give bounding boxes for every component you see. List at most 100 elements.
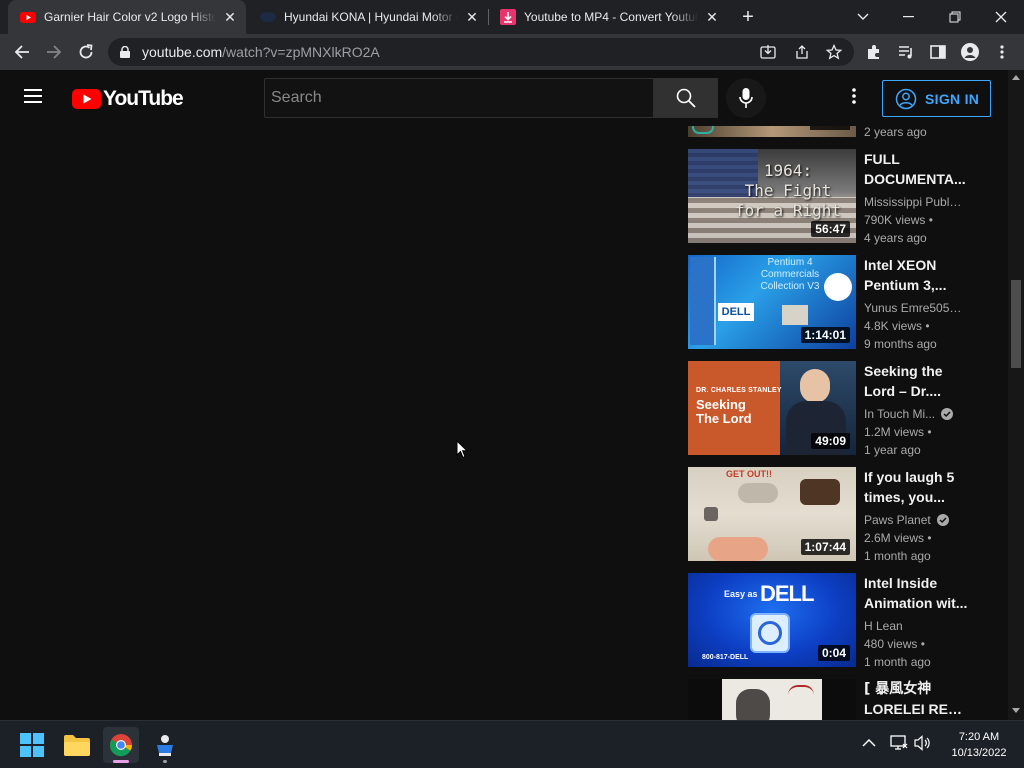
network-button[interactable] — [890, 735, 910, 753]
views-text: 1.2M views — [864, 425, 925, 439]
video-views: 2.6M views • — [864, 531, 932, 545]
back-button[interactable] — [8, 38, 36, 66]
related-video-item[interactable]: 1964: The Fight for a Right 56:47 FULL DO… — [688, 149, 988, 245]
system-clock[interactable]: 7:20 AM 10/13/2022 — [940, 729, 1018, 761]
start-button[interactable] — [14, 727, 50, 763]
video-thumbnail[interactable] — [688, 126, 856, 137]
minimize-button[interactable] — [886, 0, 932, 34]
video-thumbnail[interactable]: 1964: The Fight for a Right 56:47 — [688, 149, 856, 243]
video-thumbnail[interactable]: Easy as DELL 800-817-DELL 0:04 — [688, 573, 856, 667]
install-app-icon[interactable] — [760, 44, 776, 60]
channel-name-text: Yunus Emre505 ... — [864, 301, 962, 315]
address-bar[interactable]: youtube.com/watch?v=zpMNXlkRO2A — [108, 38, 854, 66]
channel-name-text: Mississippi Publi... — [864, 195, 962, 209]
side-panel-icon — [930, 45, 946, 59]
related-video-item[interactable]: DELL Pentium 4 Commercials Collection V3… — [688, 255, 988, 351]
volume-button[interactable] — [914, 735, 934, 753]
tab-title: Youtube to MP4 - Convert Youtube — [524, 10, 698, 24]
video-title-line: LORELEI REMI... — [864, 701, 968, 717]
scrollbar-thumb[interactable] — [1011, 280, 1021, 368]
tab-title: Hyundai KONA | Hyundai Motor Co — [284, 10, 458, 24]
video-title-line: Animation wit... — [864, 595, 968, 611]
profile-button[interactable] — [956, 38, 984, 66]
scroll-up-arrow-icon[interactable] — [1012, 74, 1020, 80]
close-window-button[interactable] — [978, 0, 1024, 34]
chrome-menu-button[interactable] — [988, 38, 1016, 66]
side-panel-button[interactable] — [924, 38, 952, 66]
thumbnail-text: The Fight — [744, 181, 832, 200]
new-tab-button[interactable]: + — [737, 6, 759, 28]
sign-in-button[interactable]: SIGN IN — [882, 80, 991, 117]
music-queue-icon — [899, 46, 912, 59]
search-input[interactable] — [265, 79, 653, 117]
related-video-item[interactable]: DR. CHARLES STANLEY Seeking The Lord 49:… — [688, 361, 988, 457]
channel-name[interactable]: Paws Planet — [864, 511, 968, 529]
video-thumbnail[interactable] — [688, 679, 856, 720]
show-hidden-icons-button[interactable] — [862, 735, 880, 753]
video-views: 790K views • — [864, 213, 933, 227]
video-title[interactable]: FULL DOCUMENTA... — [864, 149, 968, 189]
tab-close-icon[interactable]: ✕ — [464, 9, 480, 25]
app-taskbar-button[interactable] — [147, 727, 183, 763]
video-meta: Seeking the Lord – Dr.... In Touch Mi... … — [864, 361, 968, 459]
channel-name[interactable]: Mississippi Publi... — [864, 193, 968, 211]
channel-name[interactable]: In Touch Mi... — [864, 405, 968, 423]
thumbnail-text: Seeking — [696, 397, 746, 412]
thumbnail-text: for a Right — [735, 201, 841, 220]
video-thumbnail[interactable]: DR. CHARLES STANLEY Seeking The Lord 49:… — [688, 361, 856, 455]
tab-close-icon[interactable]: ✕ — [222, 9, 238, 25]
video-title[interactable]: Intel XEON Pentium 3,... — [864, 255, 968, 295]
video-thumbnail[interactable]: GET OUT!! 1:07:44 — [688, 467, 856, 561]
page-scrollbar[interactable] — [1008, 70, 1024, 720]
search-box[interactable] — [264, 78, 654, 118]
thumbnail-text: Easy as — [724, 589, 758, 599]
video-title[interactable]: Seeking the Lord – Dr.... — [864, 361, 968, 401]
tab-youtube-mp4[interactable]: Youtube to MP4 - Convert Youtube ✕ — [488, 0, 728, 34]
video-age: 1 month ago — [864, 655, 931, 669]
search-button[interactable] — [654, 78, 718, 118]
guide-menu-button[interactable] — [24, 88, 48, 108]
settings-menu-button[interactable] — [846, 88, 862, 108]
related-video-item[interactable]: Easy as DELL 800-817-DELL 0:04 Intel Ins… — [688, 573, 988, 669]
channel-name[interactable]: H Lean — [864, 617, 968, 635]
restore-button[interactable] — [932, 0, 978, 34]
bookmark-star-icon[interactable] — [826, 44, 842, 60]
scroll-down-arrow-icon[interactable] — [1012, 708, 1020, 714]
views-text: 790K views — [864, 213, 926, 227]
tab-search-button[interactable] — [840, 0, 886, 34]
video-thumbnail[interactable]: DELL Pentium 4 Commercials Collection V3… — [688, 255, 856, 349]
video-title[interactable]: Intel Inside Animation wit... — [864, 573, 968, 613]
channel-name-text: Paws Planet — [864, 513, 931, 527]
clock-date: 10/13/2022 — [951, 747, 1007, 759]
related-video-item[interactable]: GET OUT!! 1:07:44 If you laugh 5 times, y… — [688, 467, 988, 563]
share-icon[interactable] — [794, 44, 810, 60]
channel-name[interactable]: Yunus Emre505 ... — [864, 299, 968, 317]
file-explorer-button[interactable] — [59, 727, 95, 763]
tab-garnier[interactable]: Garnier Hair Color v2 Logo History ✕ — [8, 0, 246, 34]
tab-close-icon[interactable]: ✕ — [704, 9, 720, 25]
video-title[interactable]: If you laugh 5 times, you... — [864, 467, 968, 507]
video-views: 480 views • — [864, 637, 925, 651]
tab-hyundai[interactable]: Hyundai KONA | Hyundai Motor Co ✕ — [248, 0, 488, 34]
video-title[interactable]: [ 暴風女神 LORELEI REMI... — [864, 679, 968, 719]
clock-time: 7:20 AM — [958, 731, 1000, 743]
chrome-taskbar-button[interactable] — [103, 727, 139, 763]
forward-button[interactable] — [40, 38, 68, 66]
thumbnail-text: 1964: — [763, 161, 813, 180]
player-area — [0, 126, 680, 720]
download-favicon-icon — [500, 9, 516, 25]
url-path: /watch?v=zpMNXlkRO2A — [222, 44, 380, 60]
folder-icon — [64, 735, 90, 756]
speaker-icon — [914, 735, 930, 751]
voice-search-button[interactable] — [726, 78, 766, 118]
verified-badge-icon — [936, 514, 949, 526]
sign-in-label: SIGN IN — [925, 90, 980, 107]
extensions-button[interactable] — [860, 38, 888, 66]
windows-taskbar: 7:20 AM 10/13/2022 — [0, 720, 1024, 768]
reload-button[interactable] — [72, 38, 100, 66]
media-controls-button[interactable] — [892, 38, 920, 66]
youtube-logo[interactable]: YouTube — [72, 87, 184, 111]
chrome-icon — [109, 734, 132, 757]
video-title-line: Intel Inside — [864, 575, 938, 591]
related-video-item[interactable]: [ 暴風女神 LORELEI REMI... — [688, 679, 988, 720]
